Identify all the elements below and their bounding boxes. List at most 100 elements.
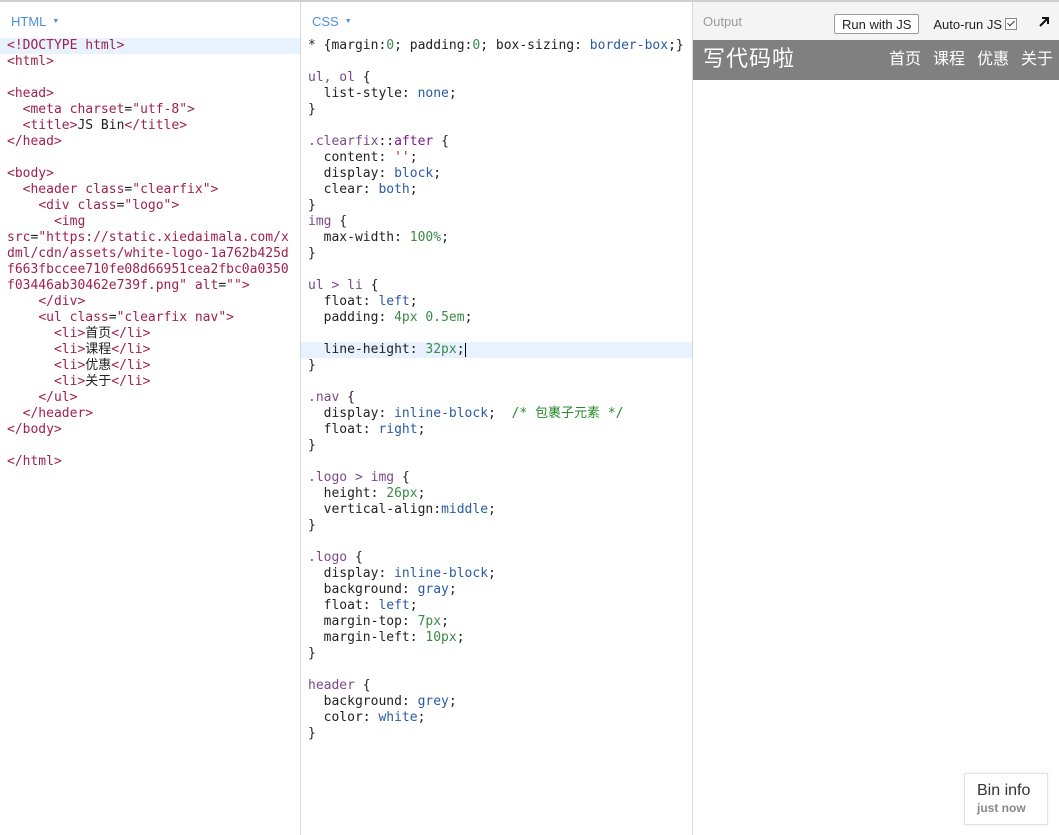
css-code-token: header: [308, 678, 355, 693]
css-code-line: [301, 534, 692, 550]
css-code-token: ; box-sizing:: [480, 38, 590, 53]
css-code-token: {: [331, 214, 348, 229]
css-code-line: padding: 4px 0.5em;: [301, 310, 692, 326]
html-code-line: </body>: [0, 422, 300, 438]
popout-arrow-icon[interactable]: [1037, 15, 1051, 29]
css-code-line: * {margin:0; padding:0; box-sizing: bord…: [301, 38, 692, 54]
html-code-token: <!DOCTYPE html>: [7, 38, 125, 53]
css-code-line: line-height: 32px;: [301, 342, 692, 358]
css-code-token: ;: [409, 150, 418, 165]
css-code-token: {: [394, 470, 410, 485]
css-code-token: }: [308, 726, 316, 741]
css-code-line: .clearfix::after {: [301, 134, 692, 150]
css-code-line: .logo {: [301, 550, 692, 566]
css-code-token: ul > li: [308, 278, 363, 293]
css-panel-tab[interactable]: CSS ▼: [312, 14, 352, 29]
css-code-token: ;: [456, 342, 465, 357]
preview-logo: 写代码啦: [703, 47, 796, 72]
html-code-token: </head>: [7, 134, 62, 149]
html-code-line: </header>: [0, 406, 300, 422]
css-code-token: margin-top:: [308, 614, 418, 629]
css-code-token: ;: [488, 406, 512, 421]
bin-info-button[interactable]: Bin info just now: [964, 773, 1048, 825]
css-code-token: block: [394, 166, 434, 181]
html-code-token: <li>: [53, 374, 86, 389]
html-code-token: 课程: [85, 342, 112, 357]
css-code-token: 32px: [425, 342, 457, 357]
html-code-token: [7, 358, 54, 373]
html-editor[interactable]: <!DOCTYPE html> <html> <head> <meta charse…: [0, 38, 300, 835]
html-panel: HTML ▼ <!DOCTYPE html> <html> <head> <meta …: [0, 2, 301, 835]
html-code-token: </title>: [124, 118, 188, 133]
css-code-token: .logo: [308, 550, 348, 565]
html-code-token: "clearfix": [132, 182, 211, 197]
html-code-line: <img: [0, 214, 300, 230]
css-code-token: left: [378, 598, 410, 613]
css-code-token: inline-block: [394, 406, 489, 421]
html-code-token: <head>: [7, 86, 54, 101]
css-code-token: ;: [409, 182, 418, 197]
css-code-line: header {: [301, 678, 692, 694]
css-code-token: inline-block: [394, 566, 489, 581]
html-code-token: </li>: [111, 326, 151, 341]
html-code-token: <html>: [7, 54, 54, 69]
css-code-token: {: [339, 390, 355, 405]
css-code-token: max-width:: [308, 230, 410, 245]
css-code-line: }: [301, 726, 692, 742]
css-code-token: }: [308, 246, 316, 261]
css-code-token: after: [394, 134, 434, 149]
autorun-checkbox[interactable]: [1005, 18, 1018, 30]
html-code-token: <div: [38, 198, 78, 213]
html-code-token: <meta: [22, 102, 70, 117]
html-code-line: <ul class="clearfix nav">: [0, 310, 300, 326]
preview-nav-item[interactable]: 首页: [883, 44, 927, 76]
css-code-token: }: [308, 358, 316, 373]
html-code-token: <body>: [7, 166, 54, 181]
html-code-token: >: [210, 182, 219, 197]
html-code-token: [7, 182, 23, 197]
css-code-line: .logo > img {: [301, 470, 692, 486]
html-code-token: <img: [53, 214, 86, 229]
html-code-line: <!DOCTYPE html>: [0, 38, 300, 54]
html-code-token: class: [77, 198, 117, 213]
css-code-token: }: [308, 646, 316, 661]
css-code-token: ;: [409, 598, 418, 613]
preview-nav: 首页 课程 优惠 关于: [883, 44, 1059, 76]
css-code-token: 100%: [409, 230, 442, 245]
css-code-token: list-style:: [308, 86, 418, 101]
css-code-token: both: [378, 182, 410, 197]
css-code-token: 10px: [425, 630, 457, 645]
css-code-token: '': [394, 150, 410, 165]
autorun-toggle[interactable]: Auto-run JS: [933, 16, 1018, 32]
html-code-token: [7, 198, 38, 213]
css-code-line: }: [301, 518, 692, 534]
html-code-line: <title>JS Bin</title>: [0, 118, 300, 134]
html-code-line: </ul>: [0, 390, 300, 406]
css-code-line: content: '';: [301, 150, 692, 166]
html-code-line: </div>: [0, 294, 300, 310]
css-code-token: float:: [308, 598, 379, 613]
html-code-token: <li>: [53, 342, 86, 357]
html-code-token: >: [241, 278, 250, 293]
run-with-js-button[interactable]: Run with JS: [834, 14, 920, 34]
css-code-line: }: [301, 358, 692, 374]
html-code-token: </header>: [22, 406, 94, 421]
html-code-token: [7, 374, 54, 389]
html-code-token: </div>: [38, 294, 86, 309]
css-editor[interactable]: * {margin:0; padding:0; box-sizing: bord…: [301, 38, 692, 835]
css-code-token: }: [308, 518, 316, 533]
preview-nav-item[interactable]: 课程: [927, 44, 971, 76]
output-panel-label: Output: [703, 14, 743, 29]
html-code-line: <header class="clearfix">: [0, 182, 300, 198]
css-code-token: clear:: [308, 182, 379, 197]
css-code-token: .logo > img: [308, 470, 395, 485]
html-panel-tab[interactable]: HTML ▼: [11, 14, 59, 29]
html-code-token: charset: [69, 102, 125, 117]
preview-nav-item[interactable]: 关于: [1015, 44, 1059, 76]
preview-nav-item[interactable]: 优惠: [971, 44, 1015, 76]
css-code-token: img: [308, 214, 332, 229]
css-code-token: display:: [308, 166, 395, 181]
css-code-token: ;: [441, 230, 449, 245]
html-code-token: src: [7, 230, 31, 245]
autorun-label: Auto-run JS: [933, 16, 1003, 32]
